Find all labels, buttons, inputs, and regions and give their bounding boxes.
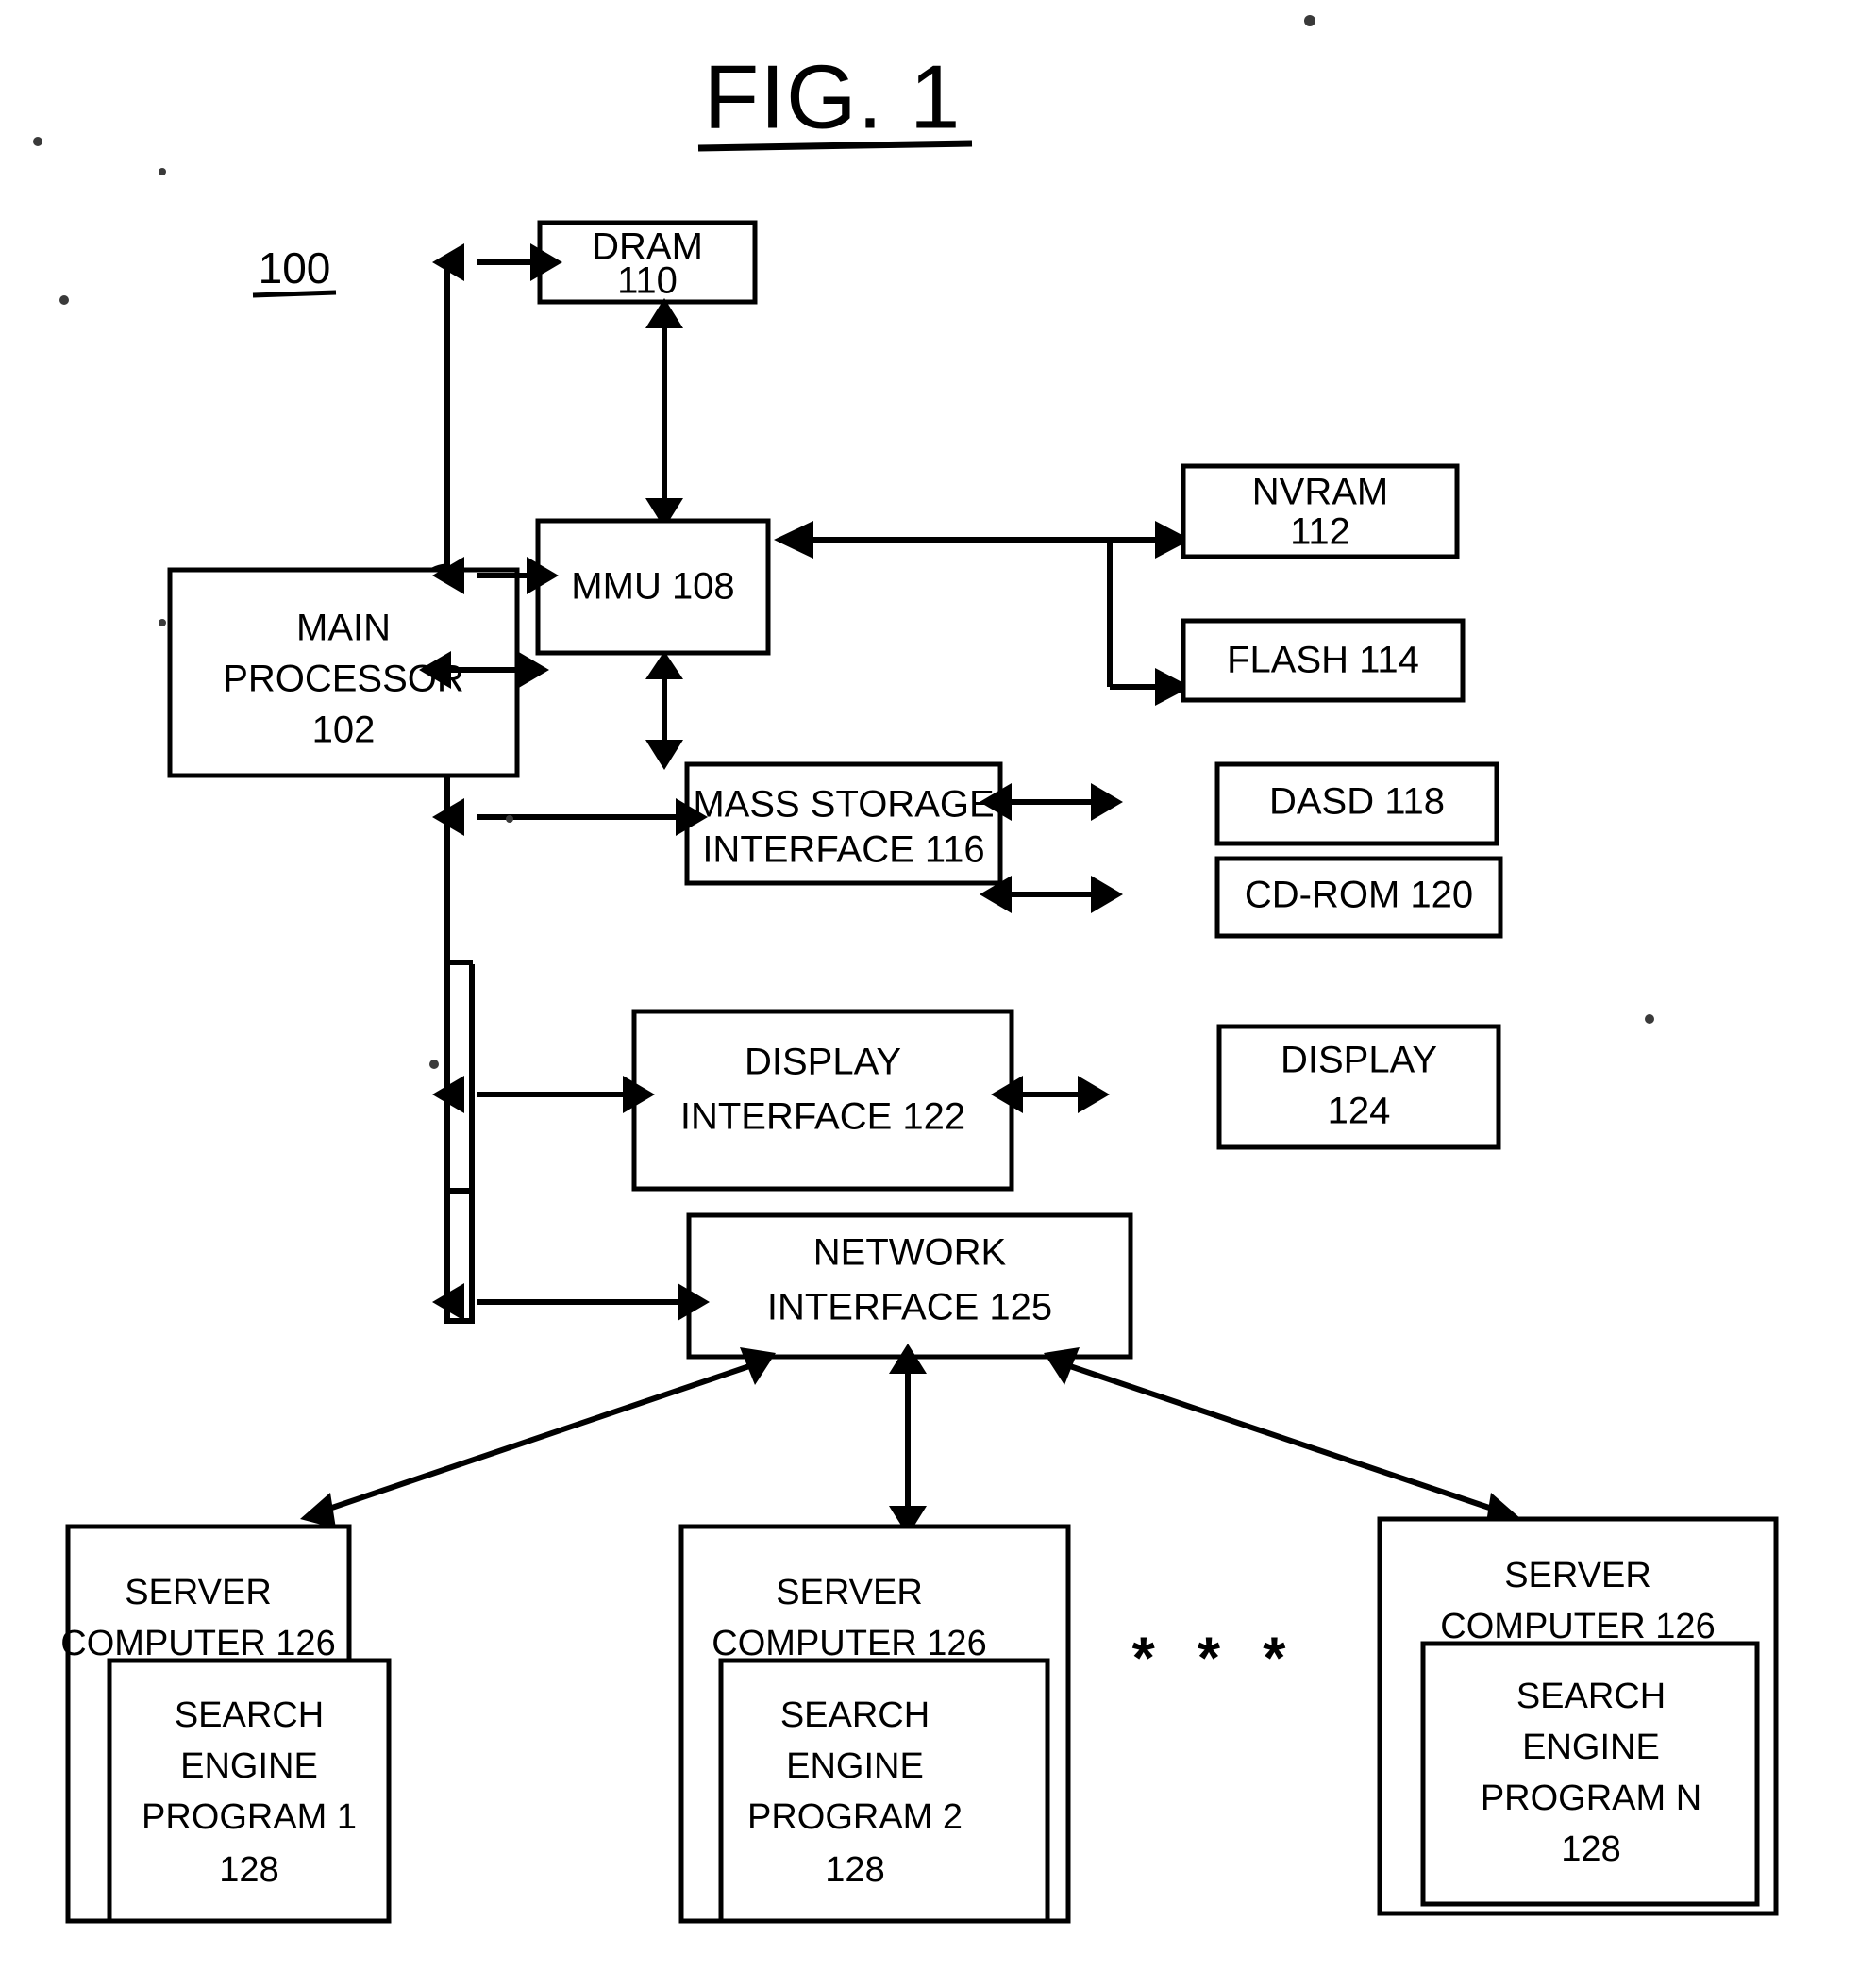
box-nvram: NVRAM 112: [1181, 463, 1460, 559]
server-n-title-line2: COMPUTER 126: [1440, 1607, 1715, 1646]
box-mass-storage-interface: MASS STORAGE INTERFACE 116: [684, 761, 1003, 886]
speck: [33, 137, 42, 146]
display-label-line2: 124: [1328, 1091, 1391, 1132]
server-1-program-line4: 128: [219, 1850, 278, 1890]
server-n-program-line3: PROGRAM N: [1481, 1778, 1701, 1818]
server-2-title-line2: COMPUTER 126: [712, 1624, 986, 1663]
arrowhead-right: [517, 651, 549, 689]
speck: [429, 1060, 439, 1069]
speck: [1645, 1014, 1654, 1024]
server-2-program-line3: PROGRAM 2: [747, 1797, 963, 1837]
server-computer-1: SERVER COMPUTER 126 SEARCH ENGINE PROGRA…: [60, 1524, 392, 1924]
system-reference-underline: [252, 290, 337, 298]
display-interface-label-line2: INTERFACE 122: [680, 1096, 965, 1138]
arrowhead-down: [645, 740, 683, 770]
server-n-title-line1: SERVER: [1504, 1556, 1651, 1595]
network-interface-label-line1: NETWORK: [813, 1232, 1007, 1274]
box-display-interface: DISPLAY INTERFACE 122: [631, 1009, 1014, 1192]
server-computer-2: SERVER COMPUTER 126 SEARCH ENGINE PROGRA…: [678, 1524, 1071, 1924]
arrow-bus-to-display-interface: [432, 1076, 655, 1113]
dasd-label: DASD 118: [1269, 781, 1445, 823]
system-reference-label: 100: [259, 243, 331, 292]
arrowhead-right: [1091, 876, 1123, 913]
display-label-line1: DISPLAY: [1281, 1040, 1437, 1081]
arrowhead-left-to-mmu: [774, 521, 813, 559]
mass-storage-label-line2: INTERFACE 116: [702, 829, 984, 871]
block-diagram-canvas: FIG. 1 100 106 MAIN PROCESSOR 102: [33, 15, 1779, 1924]
server-computer-n: SERVER COMPUTER 126 SEARCH ENGINE PROGRA…: [1377, 1516, 1779, 1916]
arrow-mmu-to-mass-storage: [645, 651, 683, 770]
speck: [159, 168, 166, 175]
display-interface-label-line1: DISPLAY: [745, 1042, 901, 1083]
arrow-network-to-server-n: [1044, 1347, 1521, 1528]
server-1-title-line2: COMPUTER 126: [60, 1624, 335, 1663]
server-2-title-line1: SERVER: [776, 1573, 923, 1612]
figure-title-group: FIG. 1: [697, 46, 973, 152]
dram-label-line2: 110: [617, 260, 678, 302]
figure-title: FIG. 1: [704, 46, 962, 147]
server-n-program-line1: SEARCH: [1516, 1677, 1666, 1716]
server-1-program-line1: SEARCH: [175, 1695, 324, 1735]
cdrom-label: CD-ROM 120: [1245, 875, 1473, 916]
flash-label: FLASH 114: [1227, 640, 1419, 681]
box-flash: FLASH 114: [1181, 618, 1466, 703]
main-processor-label-line1: MAIN: [296, 608, 391, 649]
mass-storage-label-line1: MASS STORAGE: [693, 784, 994, 826]
speck: [59, 295, 69, 305]
arrow-bus-to-mass-storage: [432, 798, 708, 836]
main-processor-label-line2: PROCESSOR: [223, 659, 464, 700]
server-n-program-line2: ENGINE: [1522, 1728, 1660, 1767]
arrow-network-to-server-1: [300, 1347, 776, 1528]
box-mmu: MMU 108: [535, 518, 771, 656]
system-reference-group: 100: [252, 243, 337, 298]
server-n-program-line4: 128: [1561, 1829, 1620, 1869]
server-2-program-line4: 128: [825, 1850, 884, 1890]
system-bus-106: 106: [367, 262, 475, 1324]
patent-figure-page: FIG. 1 100 106 MAIN PROCESSOR 102: [0, 0, 1876, 1987]
arrowhead-right: [1091, 783, 1123, 821]
server-2-program-line2: ENGINE: [786, 1746, 924, 1786]
box-display: DISPLAY 124: [1216, 1024, 1501, 1150]
box-dram: DRAM 110: [537, 220, 758, 305]
arrowhead-down-left: [300, 1493, 336, 1528]
arrow-dram-to-mmu: [645, 298, 683, 528]
mmu-label: MMU 108: [571, 566, 734, 608]
speck: [159, 619, 166, 626]
arrow-network-to-server-2: [889, 1344, 927, 1536]
nvram-label-line1: NVRAM: [1252, 472, 1388, 513]
arrowhead-right: [1078, 1076, 1110, 1113]
server-1-program-line3: PROGRAM 1: [142, 1797, 357, 1837]
server-2-program-line1: SEARCH: [780, 1695, 930, 1735]
nvram-label-line2: 112: [1290, 511, 1350, 553]
box-dasd: DASD 118: [1214, 761, 1499, 846]
box-cdrom: CD-ROM 120: [1214, 856, 1503, 939]
speck: [1304, 15, 1315, 26]
server-1-title-line1: SERVER: [125, 1573, 272, 1612]
box-network-interface: NETWORK INTERFACE 125: [686, 1212, 1133, 1360]
main-processor-label-line3: 102: [312, 710, 376, 751]
network-interface-label-line2: INTERFACE 125: [767, 1287, 1052, 1328]
server-1-program-line2: ENGINE: [180, 1746, 318, 1786]
branch-mmu-to-memories: [774, 521, 1191, 706]
ellipsis-stars: * * *: [1132, 1626, 1299, 1691]
figure-title-underline: [697, 140, 973, 152]
speck: [506, 815, 513, 823]
